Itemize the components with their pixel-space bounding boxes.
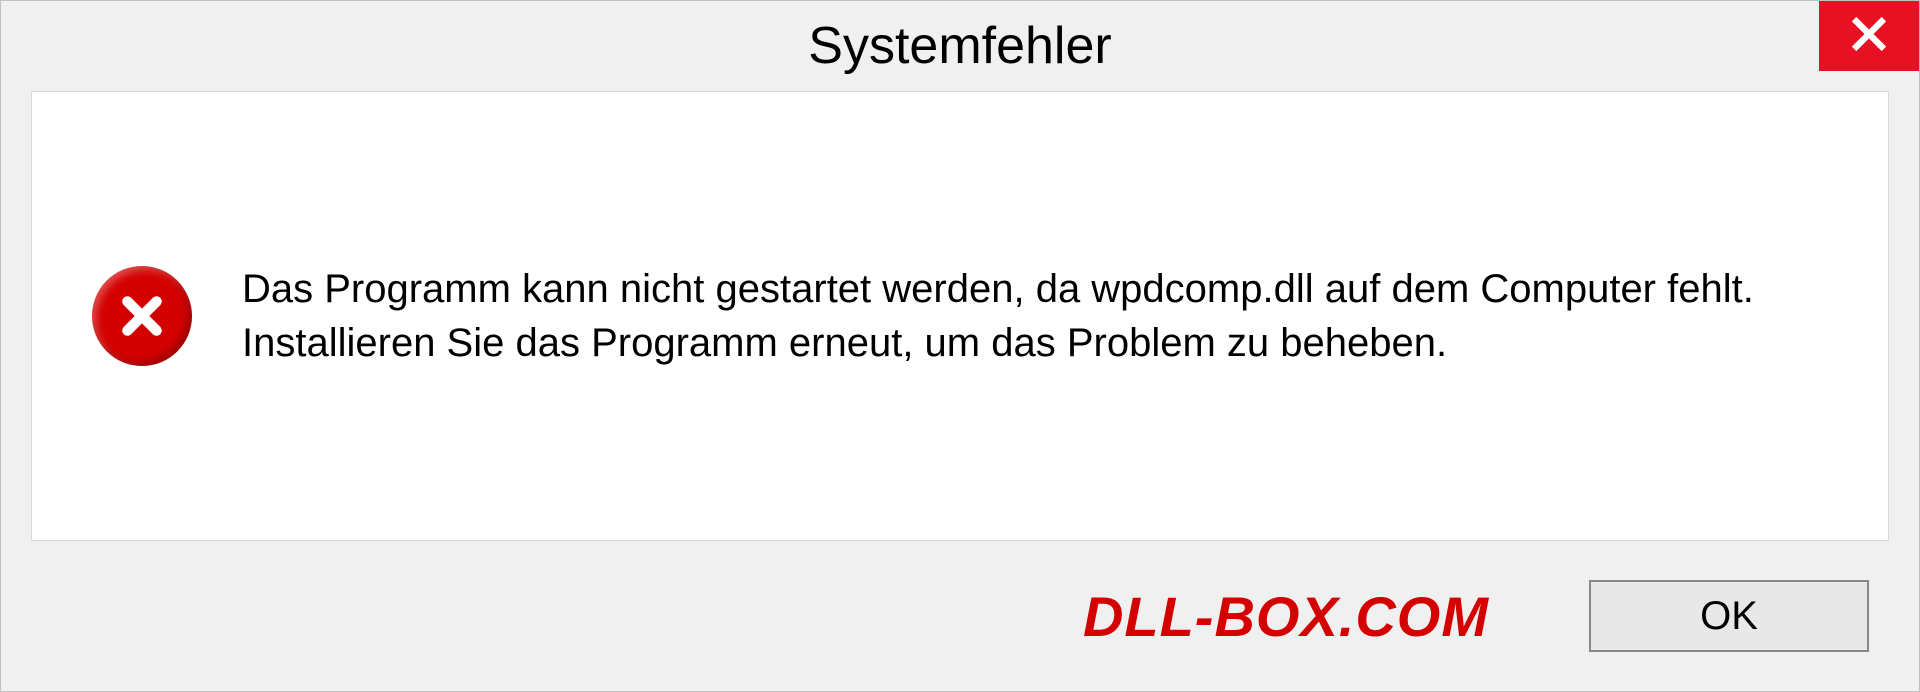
watermark-text: DLL-BOX.COM [1083, 584, 1489, 649]
titlebar: Systemfehler [1, 1, 1919, 91]
content-panel: Das Programm kann nicht gestartet werden… [31, 91, 1889, 541]
close-icon [1850, 15, 1888, 58]
dialog-footer: DLL-BOX.COM OK [1, 541, 1919, 691]
error-message: Das Programm kann nicht gestartet werden… [242, 262, 1828, 370]
error-icon [92, 266, 192, 366]
dialog-title: Systemfehler [808, 16, 1111, 76]
ok-button[interactable]: OK [1589, 580, 1869, 652]
close-button[interactable] [1819, 1, 1919, 71]
error-dialog: Systemfehler Das Programm kann nicht ges… [0, 0, 1920, 692]
